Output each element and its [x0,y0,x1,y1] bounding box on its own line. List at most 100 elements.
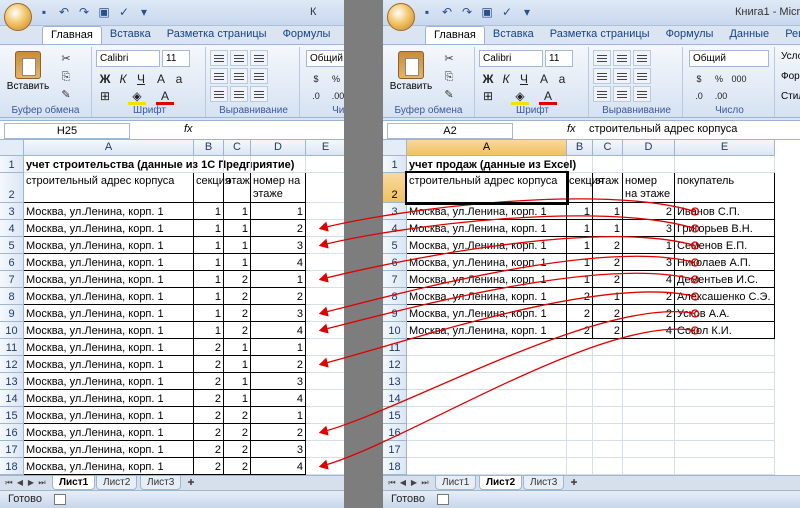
cell-c11[interactable]: 1 [224,339,251,356]
cell-e8[interactable] [306,288,344,305]
name-box[interactable]: A2 [387,123,513,139]
underline-icon[interactable]: Ч [515,70,533,88]
currency-icon[interactable]: $ [689,70,709,88]
spelling-icon[interactable]: ✓ [116,5,132,20]
cell-b5[interactable]: 1 [194,237,224,254]
row-header[interactable]: 16 [383,424,407,441]
cell-d1[interactable] [623,156,675,173]
row-header[interactable]: 10 [0,322,24,339]
row-header[interactable]: 11 [383,339,407,356]
cell-d3[interactable]: 1 [251,203,306,220]
cell-c10[interactable]: 2 [593,322,623,339]
cell-b11[interactable]: 2 [194,339,224,356]
align-button-0-2[interactable] [250,50,268,66]
align-button-1-2[interactable] [633,68,651,84]
comma-icon[interactable]: 000 [729,70,749,88]
cell-c4[interactable]: 1 [224,220,251,237]
cell-e4[interactable]: Григорьев В.Н. [675,220,775,237]
macro-record-icon[interactable] [437,494,449,505]
cell-d18[interactable]: 4 [251,458,306,475]
print-preview-icon[interactable]: ▣ [479,5,495,20]
cell-a10[interactable]: Москва, ул.Ленина, корп. 1 [24,322,194,339]
number-format-combo[interactable]: Общий [306,50,344,67]
style-button-1[interactable]: Форм [781,71,800,82]
font-name-combo[interactable]: Calibri [96,50,160,67]
cell-c14[interactable] [593,390,623,407]
align-button-2-0[interactable] [593,86,611,102]
cell-e15[interactable] [675,407,775,424]
office-button[interactable] [387,3,415,31]
cell-d7[interactable]: 1 [251,271,306,288]
cell-c8[interactable]: 1 [593,288,623,305]
prev-sheet-icon[interactable]: ◀ [15,478,25,488]
cell-e16[interactable] [675,424,775,441]
cell-d6[interactable]: 4 [251,254,306,271]
row-header[interactable]: 17 [0,441,24,458]
cell-b14[interactable] [567,390,593,407]
style-button-2[interactable]: Стил [781,91,800,102]
cell-b6[interactable]: 1 [194,254,224,271]
italic-icon[interactable]: К [114,70,132,88]
font-size-combo[interactable]: 11 [162,50,190,67]
save-icon[interactable]: ▪ [419,5,435,20]
decrease-font-icon[interactable]: a [553,70,571,88]
cell-c8[interactable]: 2 [224,288,251,305]
cell-e3[interactable]: Иванов С.П. [675,203,775,220]
cell-e6[interactable]: Николаев А.П. [675,254,775,271]
sheet-tab-3[interactable]: Лист3 [523,476,565,490]
row-header[interactable]: 8 [0,288,24,305]
insert-function-icon[interactable]: fx [567,123,576,135]
cell-c15[interactable] [593,407,623,424]
select-all-corner[interactable] [0,140,24,156]
bold-icon[interactable]: Ж [96,70,114,88]
cell-c18[interactable]: 2 [224,458,251,475]
cell-e7[interactable]: Дементьев И.С. [675,271,775,288]
cell-e13[interactable] [675,373,775,390]
align-button-0-0[interactable] [593,50,611,66]
row-header[interactable]: 13 [383,373,407,390]
increase-font-icon[interactable]: A [535,70,553,88]
cell-a12[interactable] [407,356,567,373]
cell-b13[interactable] [567,373,593,390]
save-icon[interactable]: ▪ [36,5,52,20]
cell-b1[interactable] [194,156,224,173]
cell-d15[interactable]: 1 [251,407,306,424]
underline-icon[interactable]: Ч [132,70,150,88]
cell-e1[interactable] [306,156,344,173]
sheet-tab-3[interactable]: Лист3 [140,476,182,490]
tab-0[interactable]: Главная [425,26,485,44]
cell-b7[interactable]: 1 [567,271,593,288]
cell-d9[interactable]: 3 [251,305,306,322]
cell-b3[interactable]: 1 [567,203,593,220]
cell-a13[interactable] [407,373,567,390]
cell-a4[interactable]: Москва, ул.Ленина, корп. 1 [24,220,194,237]
cell-c9[interactable]: 2 [224,305,251,322]
font-color-icon[interactable]: A [156,87,174,105]
cell-b10[interactable]: 2 [567,322,593,339]
row-header[interactable]: 6 [0,254,24,271]
cell-a8[interactable]: Москва, ул.Ленина, корп. 1 [24,288,194,305]
column-header-b[interactable]: B [194,140,224,156]
align-button-1-1[interactable] [613,68,631,84]
macro-record-icon[interactable] [54,494,66,505]
row-header[interactable]: 12 [0,356,24,373]
cell-a9[interactable]: Москва, ул.Ленина, корп. 1 [24,305,194,322]
inc-decimal-icon[interactable]: .0 [689,87,709,105]
cell-b14[interactable]: 2 [194,390,224,407]
cell-d12[interactable]: 2 [251,356,306,373]
cell-d13[interactable] [623,373,675,390]
tab-1[interactable]: Вставка [102,26,159,44]
cell-b7[interactable]: 1 [194,271,224,288]
cell-d4[interactable]: 3 [623,220,675,237]
row-header[interactable]: 14 [0,390,24,407]
cell-e10[interactable]: Сокол К.И. [675,322,775,339]
row-header[interactable]: 4 [383,220,407,237]
cell-e16[interactable] [306,424,344,441]
cell-a4[interactable]: Москва, ул.Ленина, корп. 1 [407,220,567,237]
cell-e9[interactable] [306,305,344,322]
cell-c18[interactable] [593,458,623,475]
cell-c16[interactable] [593,424,623,441]
cell-e17[interactable] [675,441,775,458]
format-painter-icon[interactable]: ✎ [58,87,74,103]
fill-color-icon[interactable]: ◈ [511,87,529,105]
